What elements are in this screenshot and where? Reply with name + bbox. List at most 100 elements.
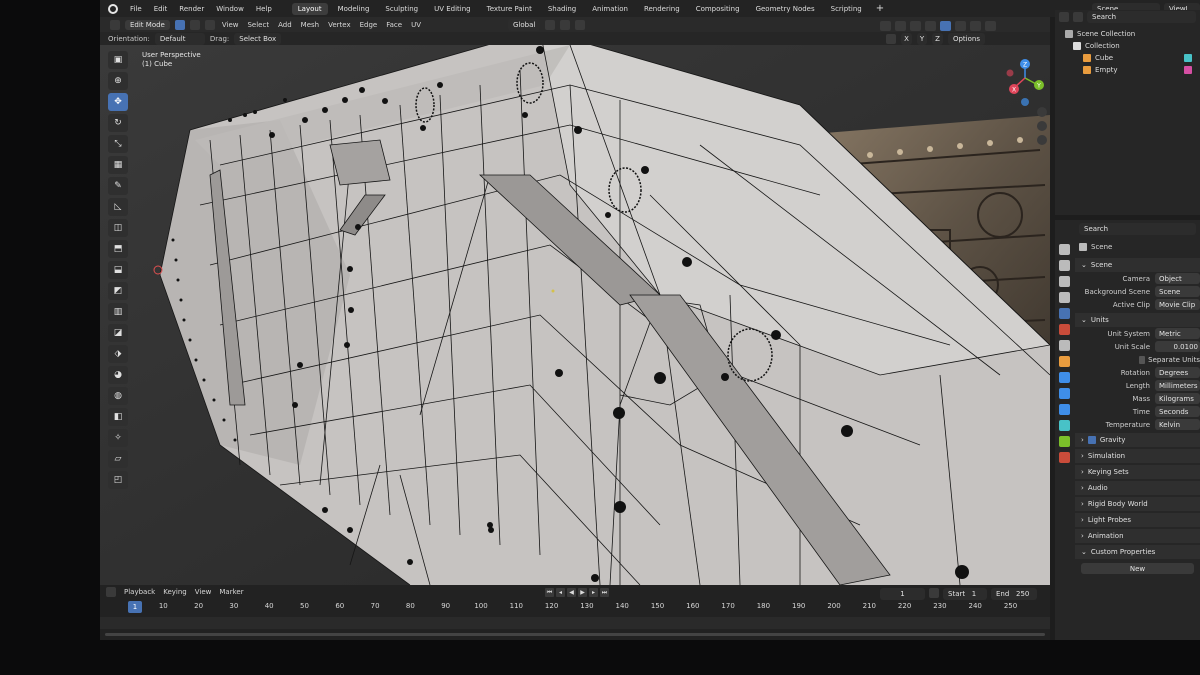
play-reverse-icon[interactable]: ◀ xyxy=(567,588,576,597)
gravity-checkbox[interactable] xyxy=(1087,436,1096,444)
tab-compositing[interactable]: Compositing xyxy=(690,3,746,15)
transform-icon[interactable]: ▦ xyxy=(108,156,128,174)
menu-view[interactable]: View xyxy=(220,21,241,29)
measure-icon[interactable]: ◺ xyxy=(108,198,128,216)
gizmo-icon[interactable] xyxy=(895,21,906,31)
tab-shading[interactable]: Shading xyxy=(542,3,582,15)
pan-icon[interactable] xyxy=(1037,121,1047,131)
solid-shading-icon[interactable] xyxy=(940,21,951,31)
move-icon[interactable]: ✥ xyxy=(108,93,128,111)
start-frame-field[interactable]: Start 1 xyxy=(943,588,987,600)
mirror-x-toggle[interactable]: X xyxy=(901,32,912,45)
menu-keying[interactable]: Keying xyxy=(163,588,187,596)
outliner-item-cube[interactable]: Cube xyxy=(1055,52,1200,64)
add-cube-icon[interactable]: ◫ xyxy=(108,219,128,237)
rigid-body-world-panel-header[interactable]: › Rigid Body World xyxy=(1075,497,1200,511)
current-frame-field[interactable]: 1 xyxy=(880,588,925,600)
smooth-icon[interactable]: ◍ xyxy=(108,387,128,405)
snap-icon[interactable] xyxy=(560,19,571,30)
inset-icon[interactable]: ⬓ xyxy=(108,261,128,279)
constraints-tab-icon[interactable] xyxy=(1058,420,1070,431)
tab-rendering[interactable]: Rendering xyxy=(638,3,686,15)
loop-cut-icon[interactable]: ▥ xyxy=(108,303,128,321)
rotate-icon[interactable]: ↻ xyxy=(108,114,128,132)
timeline-editor-type-icon[interactable] xyxy=(106,587,116,597)
menu-select[interactable]: Select xyxy=(245,21,271,29)
image-data-icon[interactable] xyxy=(1184,66,1192,74)
new-property-button[interactable]: New xyxy=(1081,563,1194,574)
menu-vertex[interactable]: Vertex xyxy=(326,21,353,29)
output-tab-icon[interactable] xyxy=(1058,276,1070,287)
mirror-icon[interactable] xyxy=(886,33,897,44)
view-layer-tab-icon[interactable] xyxy=(1058,292,1070,303)
keyframe-track[interactable] xyxy=(100,617,1050,629)
jump-end-icon[interactable]: ⏭ xyxy=(600,588,609,597)
tool-tab-icon[interactable] xyxy=(1058,244,1070,255)
proportional-edit-icon[interactable] xyxy=(575,19,586,30)
spin-icon[interactable]: ◕ xyxy=(108,366,128,384)
tab-animation[interactable]: Animation xyxy=(586,3,634,15)
orientation-dropdown[interactable]: Default xyxy=(154,32,205,45)
separate-units-checkbox[interactable] xyxy=(1138,355,1146,364)
knife-icon[interactable]: ◪ xyxy=(108,324,128,342)
tab-sculpting[interactable]: Sculpting xyxy=(379,3,424,15)
edge-select-icon[interactable] xyxy=(189,19,200,30)
camera-field[interactable]: Object xyxy=(1155,273,1200,284)
tab-scripting[interactable]: Scripting xyxy=(825,3,868,15)
rotation-dropdown[interactable]: Degrees xyxy=(1155,367,1200,378)
next-keyframe-icon[interactable]: ▸ xyxy=(589,588,598,597)
overlay-icon[interactable] xyxy=(910,21,921,31)
menu-edit[interactable]: Edit xyxy=(150,5,172,13)
camera-view-icon[interactable] xyxy=(1037,135,1047,145)
add-workspace-button[interactable]: + xyxy=(872,3,888,14)
frame-ruler[interactable]: 1 10 20 30 40 50 60 70 80 90 100 110 120 130 140 150 16… xyxy=(100,601,1050,615)
temperature-dropdown[interactable]: Kelvin xyxy=(1155,419,1200,430)
scale-icon[interactable]: ⤡ xyxy=(108,135,128,153)
object-tab-icon[interactable] xyxy=(1058,356,1070,367)
light-probes-panel-header[interactable]: › Light Probes xyxy=(1075,513,1200,527)
current-frame-indicator[interactable]: 1 xyxy=(128,601,142,613)
options-dropdown[interactable]: Options xyxy=(947,32,985,45)
extrude-icon[interactable]: ⬒ xyxy=(108,240,128,258)
drag-dropdown[interactable]: Select Box xyxy=(234,32,282,45)
mirror-z-toggle[interactable]: Z xyxy=(932,32,943,45)
audio-panel-header[interactable]: › Audio xyxy=(1075,481,1200,495)
physics-tab-icon[interactable] xyxy=(1058,404,1070,415)
menu-playback[interactable]: Playback xyxy=(124,588,155,596)
face-select-icon[interactable] xyxy=(204,19,215,30)
prev-keyframe-icon[interactable]: ◂ xyxy=(556,588,565,597)
xray-icon[interactable] xyxy=(925,21,936,31)
length-dropdown[interactable]: Millimeters xyxy=(1155,380,1200,391)
menu-mesh[interactable]: Mesh xyxy=(299,21,321,29)
menu-edge[interactable]: Edge xyxy=(358,21,380,29)
wireframe-shading-icon[interactable] xyxy=(955,21,966,31)
scene-panel-header[interactable]: ⌄ Scene xyxy=(1075,258,1200,272)
tab-uv-editing[interactable]: UV Editing xyxy=(428,3,477,15)
vertex-select-icon[interactable] xyxy=(174,19,185,30)
unit-scale-field[interactable]: 0.0100 xyxy=(1155,341,1200,352)
scene-tab-icon[interactable] xyxy=(1058,308,1070,319)
outliner-item-empty[interactable]: Empty xyxy=(1055,64,1200,76)
bevel-icon[interactable]: ◩ xyxy=(108,282,128,300)
background-scene-field[interactable]: Scene xyxy=(1155,286,1200,297)
end-frame-field[interactable]: End 250 xyxy=(991,588,1037,600)
jump-start-icon[interactable]: ⏮ xyxy=(545,588,554,597)
pivot-icon[interactable] xyxy=(545,19,556,30)
filter-icon[interactable] xyxy=(1073,12,1083,22)
menu-file[interactable]: File xyxy=(126,5,146,13)
gravity-panel-header[interactable]: › Gravity xyxy=(1075,433,1200,447)
transform-orientation-dropdown[interactable]: Global xyxy=(508,18,541,31)
outliner-collection[interactable]: Collection xyxy=(1055,40,1200,52)
menu-window[interactable]: Window xyxy=(212,5,248,13)
unit-system-dropdown[interactable]: Metric xyxy=(1155,328,1200,339)
mesh-data-icon[interactable] xyxy=(1184,54,1192,62)
play-icon[interactable]: ▶ xyxy=(578,588,587,597)
properties-search-input[interactable]: Search xyxy=(1079,223,1196,235)
world-tab-icon[interactable] xyxy=(1058,324,1070,335)
units-panel-header[interactable]: ⌄ Units xyxy=(1075,313,1200,327)
menu-marker[interactable]: Marker xyxy=(219,588,243,596)
modifiers-tab-icon[interactable] xyxy=(1058,372,1070,383)
outliner-type-icon[interactable] xyxy=(1059,12,1069,22)
simulation-panel-header[interactable]: › Simulation xyxy=(1075,449,1200,463)
cursor-icon[interactable]: ⊕ xyxy=(108,72,128,90)
